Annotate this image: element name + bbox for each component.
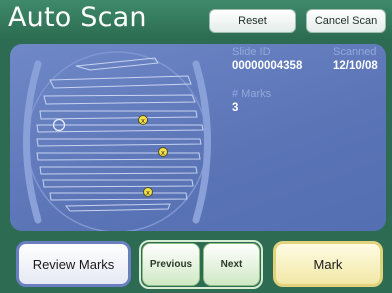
scan-path xyxy=(36,57,204,212)
review-marks-button[interactable]: Review Marks xyxy=(16,241,131,287)
scan-line xyxy=(49,75,192,89)
slide-scan-view: x x x xyxy=(23,51,211,231)
scan-line xyxy=(39,166,198,175)
header-bar: Auto Scan Reset Cancel Scan xyxy=(0,0,392,40)
cancel-scan-button[interactable]: Cancel Scan xyxy=(306,9,386,33)
mark-button[interactable]: Mark xyxy=(273,241,383,287)
scan-line xyxy=(49,192,188,201)
left-bracket xyxy=(23,60,42,224)
svg-text:x: x xyxy=(141,117,145,125)
marks-count-label: # Marks xyxy=(232,88,272,100)
reset-button[interactable]: Reset xyxy=(209,9,296,33)
scan-panel: x x x Slide ID 00000004358 Scanned 12/10… xyxy=(10,44,386,231)
mark-dot[interactable]: x xyxy=(143,187,153,198)
previous-button[interactable]: Previous xyxy=(142,243,200,286)
slide-id-label: Slide ID xyxy=(232,46,271,58)
scanned-value: 12/10/08 xyxy=(333,60,378,72)
scan-line xyxy=(64,203,171,212)
mark-dot[interactable]: x xyxy=(158,147,168,158)
page-title: Auto Scan xyxy=(8,2,147,33)
right-bracket xyxy=(192,60,211,224)
mark-dot[interactable]: x xyxy=(138,115,148,126)
scan-line xyxy=(42,179,194,188)
marks-count-value: 3 xyxy=(232,102,239,114)
scan-line xyxy=(75,57,159,71)
scan-line xyxy=(36,152,201,161)
svg-text:x: x xyxy=(146,189,150,197)
slide-id-value: 00000004358 xyxy=(232,60,303,72)
scan-line xyxy=(43,94,196,105)
scan-line xyxy=(36,138,202,147)
scanned-label: Scanned xyxy=(333,46,377,58)
next-button[interactable]: Next xyxy=(203,243,260,286)
scan-line xyxy=(39,110,198,120)
svg-text:x: x xyxy=(161,149,165,157)
scan-line xyxy=(36,124,204,133)
scan-area-circle xyxy=(26,51,208,231)
